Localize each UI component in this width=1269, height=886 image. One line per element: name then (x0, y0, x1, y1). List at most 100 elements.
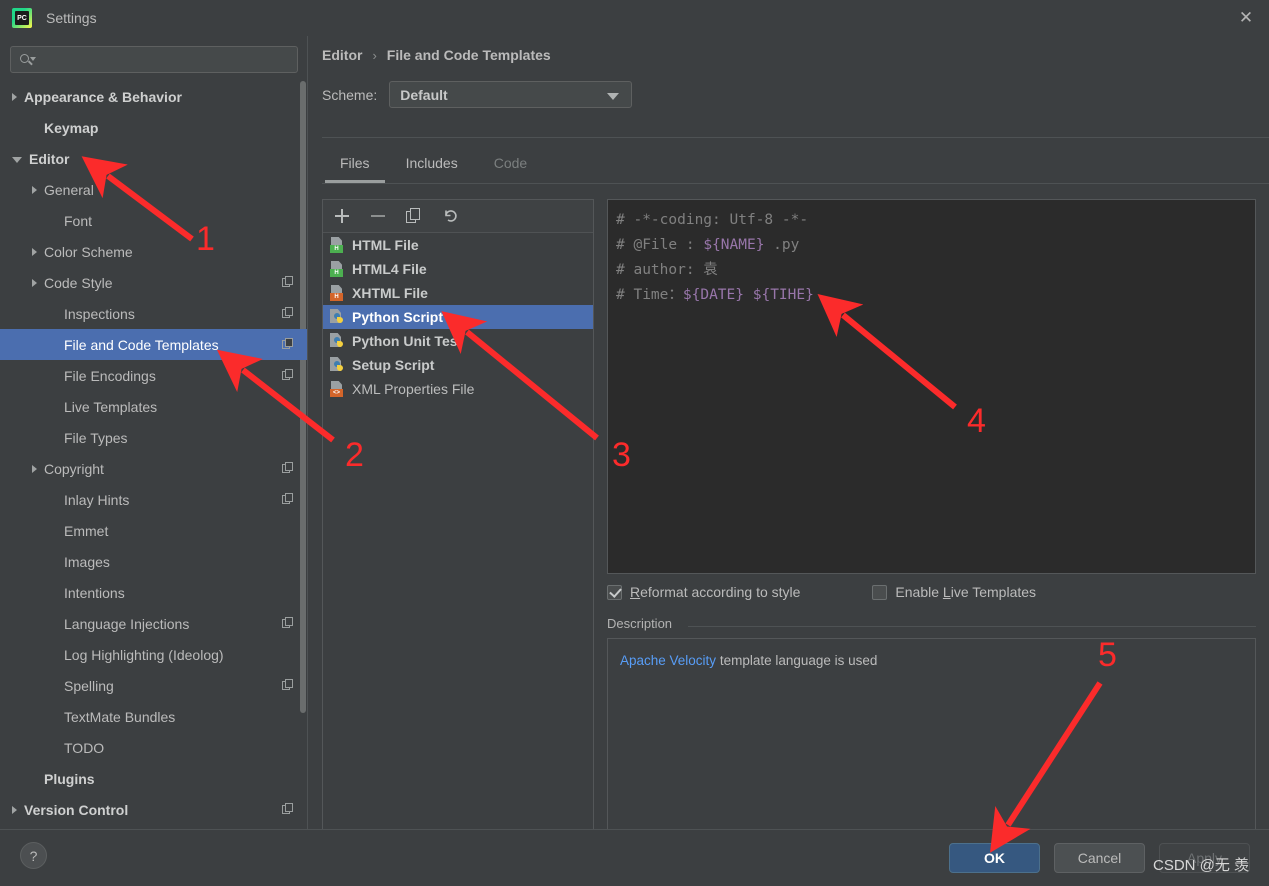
chevron-right-icon[interactable] (12, 805, 17, 814)
checkbox-box[interactable] (607, 584, 622, 600)
checkbox-box[interactable] (872, 584, 888, 600)
settings-sidebar: Appearance & Behavior Keymap Editor General… (0, 36, 308, 829)
copy-settings-icon[interactable] (282, 679, 294, 691)
chevron-right-icon[interactable] (32, 247, 37, 256)
sidebar-item-label: Emmet (64, 522, 109, 539)
description-label: Description (607, 616, 673, 631)
chevron-down-icon (607, 93, 620, 100)
template-item[interactable]: H HTML4 File (323, 257, 593, 281)
sidebar-item-inlay-hints[interactable]: Inlay Hints (0, 484, 308, 515)
settings-tree[interactable]: Appearance & Behavior Keymap Editor General… (0, 81, 308, 829)
copy-settings-icon[interactable] (282, 617, 294, 629)
scheme-dropdown[interactable]: Default (389, 81, 633, 108)
checkbox-label: Enable Live Templates (895, 584, 1036, 600)
breadcrumb-parent[interactable]: Editor (322, 47, 362, 63)
code-text: # author: 袁 (616, 262, 718, 278)
sidebar-item-file-and-code-templates[interactable]: File and Code Templates (0, 329, 308, 360)
tab-files[interactable]: Files (322, 149, 388, 183)
sidebar-item-plugins[interactable]: Plugins (0, 763, 308, 794)
copy-settings-icon[interactable] (282, 338, 294, 350)
reformat-according-to-style-checkbox[interactable]: Reformat according to style (607, 584, 800, 600)
sidebar-item-keymap[interactable]: Keymap (0, 112, 308, 143)
copy-settings-icon[interactable] (282, 803, 294, 815)
sidebar-item-live-templates[interactable]: Live Templates (0, 391, 308, 422)
search-box[interactable] (10, 46, 298, 73)
sidebar-item-images[interactable]: Images (0, 546, 308, 577)
code-text: # @File : (616, 237, 704, 253)
sidebar-item-emmet[interactable]: Emmet (0, 515, 308, 546)
template-item[interactable]: <> XML Properties File (323, 377, 593, 401)
template-item[interactable]: H XHTML File (323, 281, 593, 305)
sidebar-item-appearance-behavior[interactable]: Appearance & Behavior (0, 81, 308, 112)
sidebar-item-code-style[interactable]: Code Style (0, 267, 308, 298)
template-item-label: Setup Script (352, 357, 435, 373)
template-item[interactable]: Python Unit Test (323, 329, 593, 353)
template-item-label: XHTML File (352, 285, 428, 301)
pycharm-logo-text: PC (17, 14, 27, 22)
chevron-down-icon[interactable] (12, 156, 22, 163)
copy-settings-icon[interactable] (282, 307, 294, 319)
sidebar-item-inspections[interactable]: Inspections (0, 298, 308, 329)
sidebar-item-language-injections[interactable]: Language Injections (0, 608, 308, 639)
chevron-right-icon[interactable] (12, 92, 17, 101)
cancel-button[interactable]: Cancel (1054, 843, 1145, 873)
minus-icon[interactable] (369, 207, 387, 225)
undo-icon[interactable] (441, 207, 459, 225)
template-item[interactable]: Setup Script (323, 353, 593, 377)
sidebar-item-label: Inspections (64, 305, 135, 322)
sidebar-item-version-control[interactable]: Version Control (0, 794, 308, 825)
tab-code[interactable]: Code (476, 149, 545, 183)
header-divider (322, 137, 1269, 138)
copy-settings-icon[interactable] (282, 462, 294, 474)
xml-file-icon: <> (329, 381, 345, 397)
tab-includes[interactable]: Includes (388, 149, 476, 183)
template-tabs[interactable]: Files Includes Code (322, 149, 1269, 187)
help-button[interactable]: ? (20, 842, 47, 869)
template-item[interactable]: H HTML File (323, 233, 593, 257)
chevron-right-icon[interactable] (32, 185, 37, 194)
search-icon (19, 52, 36, 68)
scheme-value: Default (400, 86, 448, 103)
sidebar-item-spelling[interactable]: Spelling (0, 670, 308, 701)
sidebar-item-intentions[interactable]: Intentions (0, 577, 308, 608)
sidebar-item-label: TextMate Bundles (64, 708, 176, 725)
template-list[interactable]: H HTML File H HTML4 File H XHTML File Python S… (323, 233, 593, 401)
sidebar-item-file-encodings[interactable]: File Encodings (0, 360, 308, 391)
code-text: # -*-coding: Utf-8 -*- (616, 212, 809, 228)
copy-settings-icon[interactable] (282, 276, 294, 288)
sidebar-item-label: Appearance & Behavior (24, 88, 182, 105)
apache-velocity-link[interactable]: Apache Velocity (620, 653, 716, 668)
plus-icon[interactable] (333, 207, 351, 225)
code-text: .py (764, 237, 800, 253)
close-icon[interactable]: ✕ (1223, 0, 1269, 36)
chevron-right-icon[interactable] (32, 278, 37, 287)
sidebar-item-general[interactable]: General (0, 174, 308, 205)
ok-button[interactable]: OK (949, 843, 1040, 873)
sidebar-item-color-scheme[interactable]: Color Scheme (0, 236, 308, 267)
sidebar-item-file-types[interactable]: File Types (0, 422, 308, 453)
copy-settings-icon[interactable] (282, 369, 294, 381)
sidebar-item-copyright[interactable]: Copyright (0, 453, 308, 484)
sidebar-item-log-highlighting-ideolog[interactable]: Log Highlighting (Ideolog) (0, 639, 308, 670)
xhtml-file-icon: H (329, 285, 345, 301)
search-input[interactable] (35, 52, 297, 67)
copy-icon[interactable] (405, 207, 423, 225)
enable-live-templates-checkbox[interactable]: Enable Live Templates (872, 584, 1036, 600)
template-item[interactable]: Python Script (323, 305, 593, 329)
sidebar-item-editor[interactable]: Editor (0, 143, 308, 174)
sidebar-item-font[interactable]: Font (0, 205, 308, 236)
copy-settings-icon[interactable] (282, 493, 294, 505)
sidebar-item-label: Log Highlighting (Ideolog) (64, 646, 224, 663)
template-code-editor[interactable]: # -*-coding: Utf-8 -*- # @File : ${NAME} … (607, 199, 1256, 574)
template-item-label: Python Unit Test (352, 333, 463, 349)
checkbox-label-mnemonic: L (942, 584, 951, 600)
sidebar-item-textmate-bundles[interactable]: TextMate Bundles (0, 701, 308, 732)
chevron-right-icon[interactable] (32, 464, 37, 473)
sidebar-item-label: Font (64, 212, 93, 229)
sidebar-item-todo[interactable]: TODO (0, 732, 308, 763)
sidebar-item-label: Editor (29, 150, 70, 167)
python-file-icon (329, 357, 345, 373)
checkbox-label-pre: Enable (895, 584, 943, 600)
title-bar: PC Settings ✕ (0, 0, 1269, 36)
